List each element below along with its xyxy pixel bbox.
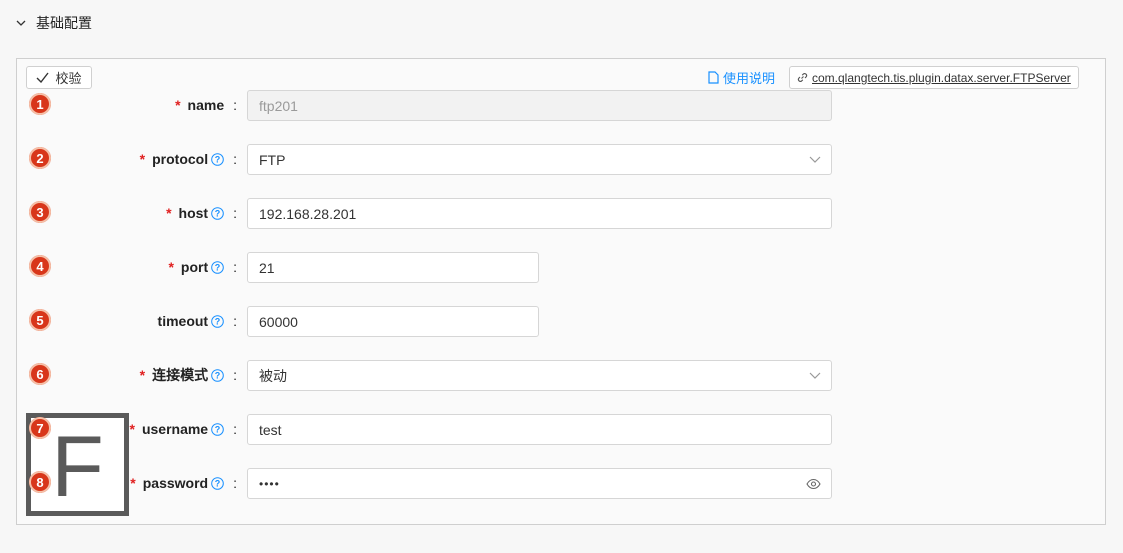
help-icon[interactable]: ? xyxy=(211,260,224,274)
required-marker: * xyxy=(168,259,174,275)
label-text: 连接模式 xyxy=(152,367,209,383)
label-colon: : xyxy=(233,259,237,275)
port-value: 21 xyxy=(259,259,275,276)
label-text: port xyxy=(180,259,209,275)
link-icon xyxy=(797,73,808,82)
check-icon xyxy=(36,72,50,83)
field-label-port: * port ? : xyxy=(168,252,237,282)
svg-text:?: ? xyxy=(215,424,221,434)
username-value: test xyxy=(259,421,282,438)
label-colon: : xyxy=(233,475,237,491)
label-text: timeout xyxy=(157,313,209,329)
step-badge: 1 xyxy=(29,93,51,115)
section-header[interactable]: 基础配置 xyxy=(16,12,92,34)
field-label-protocol: * protocol ? : xyxy=(140,144,237,174)
document-icon xyxy=(708,70,719,84)
required-marker: * xyxy=(129,421,135,437)
label-colon: : xyxy=(233,421,237,437)
label-colon: : xyxy=(233,205,237,221)
step-badge: 6 xyxy=(29,363,51,385)
field-label-timeout: timeout ? : xyxy=(158,306,237,336)
host-value: 192.168.28.201 xyxy=(259,205,357,222)
step-badge: 4 xyxy=(29,255,51,277)
label-colon: : xyxy=(233,151,237,167)
field-label-name: * name : xyxy=(175,90,237,120)
help-icon[interactable]: ? xyxy=(211,206,224,220)
required-marker: * xyxy=(166,205,172,221)
step-badge: 2 xyxy=(29,147,51,169)
label-text: name xyxy=(187,97,225,113)
chevron-down-icon xyxy=(16,20,26,26)
help-icon[interactable]: ? xyxy=(211,476,224,490)
svg-text:?: ? xyxy=(215,208,221,218)
doc-link-label: 使用说明 xyxy=(723,70,776,86)
svg-text:?: ? xyxy=(215,478,221,488)
svg-text:?: ? xyxy=(215,154,221,164)
required-marker: * xyxy=(139,151,146,167)
required-marker: * xyxy=(139,367,146,383)
chevron-down-icon xyxy=(809,156,821,163)
connection-mode-select[interactable]: 被动 xyxy=(247,360,832,391)
timeout-input[interactable]: 60000 xyxy=(247,306,539,337)
label-text: username xyxy=(141,421,209,437)
name-field[interactable]: ftp201 xyxy=(247,90,832,121)
field-label-password: * password ? : xyxy=(130,468,237,498)
config-panel: 校验 使用说明 com.qlangtech.tis.plugin.datax.s… xyxy=(16,58,1106,525)
svg-text:?: ? xyxy=(215,262,221,272)
help-icon[interactable]: ? xyxy=(211,422,224,436)
label-text: password xyxy=(142,475,209,491)
label-colon: : xyxy=(233,367,237,383)
label-colon: : xyxy=(233,313,237,329)
password-value: •••• xyxy=(259,476,280,491)
username-input[interactable]: test xyxy=(247,414,832,445)
field-label-connection-mode: * 连接模式 ? : xyxy=(140,360,237,390)
timeout-value: 60000 xyxy=(259,313,298,330)
step-badge: 8 xyxy=(29,471,51,493)
section-title: 基础配置 xyxy=(36,15,92,31)
chevron-down-icon xyxy=(809,372,821,379)
port-input[interactable]: 21 xyxy=(247,252,539,283)
field-label-host: * host ? : xyxy=(166,198,237,228)
plugin-class-label: com.qlangtech.tis.plugin.datax.server.FT… xyxy=(812,70,1071,85)
help-icon[interactable]: ? xyxy=(211,152,224,166)
svg-text:?: ? xyxy=(215,316,221,326)
step-badge: 5 xyxy=(29,309,51,331)
host-input[interactable]: 192.168.28.201 xyxy=(247,198,832,229)
label-colon: : xyxy=(233,97,237,113)
help-icon[interactable]: ? xyxy=(211,314,224,328)
help-icon[interactable]: ? xyxy=(211,368,224,382)
name-value: ftp201 xyxy=(259,97,298,114)
verify-button[interactable]: 校验 xyxy=(26,66,92,89)
label-text: protocol xyxy=(152,151,209,167)
step-badge: 3 xyxy=(29,201,51,223)
verify-label: 校验 xyxy=(55,71,82,86)
required-marker: * xyxy=(130,475,136,491)
label-text: host xyxy=(178,205,209,221)
protocol-value: FTP xyxy=(259,151,286,168)
password-input[interactable]: •••• xyxy=(247,468,832,499)
doc-link[interactable]: 使用说明 xyxy=(708,67,775,87)
plugin-class-link[interactable]: com.qlangtech.tis.plugin.datax.server.FT… xyxy=(789,66,1079,89)
svg-text:?: ? xyxy=(215,370,221,380)
plugin-logo-letter: F xyxy=(51,418,104,515)
required-marker: * xyxy=(175,97,181,113)
step-badge: 7 xyxy=(29,417,51,439)
field-label-username: * username ? : xyxy=(130,414,238,444)
eye-icon[interactable] xyxy=(806,478,821,489)
connection-mode-value: 被动 xyxy=(259,367,287,384)
protocol-select[interactable]: FTP xyxy=(247,144,832,175)
